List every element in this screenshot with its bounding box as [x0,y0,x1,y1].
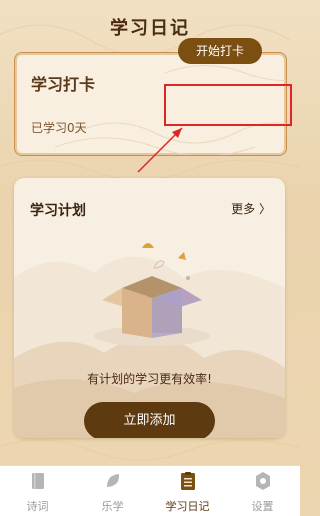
page-title: 学习日记 [110,18,190,39]
tab-study-diary[interactable]: 学习日记 [150,466,225,516]
empty-box-illustration [94,243,210,346]
tab-label: 乐学 [101,500,124,513]
tab-bar: 诗词 乐学 学习日记 设置 [0,465,300,516]
clipboard-icon [180,472,195,490]
checkin-days: 已学习0天 [31,121,87,135]
plan-title: 学习计划 [30,203,86,219]
tab-fun-learning[interactable]: 乐学 [75,466,150,516]
tab-label: 诗词 [26,500,49,513]
start-checkin-button[interactable]: 开始打卡 [178,38,262,64]
plan-card: 学习计划 更多 〉 有计划的学习更有效率! 立即添加 [14,178,285,438]
tab-label: 学习日记 [165,500,210,513]
tab-poetry[interactable]: 诗词 [0,466,75,516]
gear-icon [255,472,270,490]
annotation-arrow [137,127,183,173]
book-icon [31,473,44,489]
plan-hint-text: 有计划的学习更有效率! [87,372,212,386]
add-plan-button[interactable]: 立即添加 [84,402,215,438]
plan-more-link[interactable]: 更多 〉 [231,200,271,217]
checkin-title: 学习打卡 [31,75,96,94]
tab-settings[interactable]: 设置 [225,466,300,516]
tab-label: 设置 [251,500,274,513]
leaf-icon [106,474,119,487]
